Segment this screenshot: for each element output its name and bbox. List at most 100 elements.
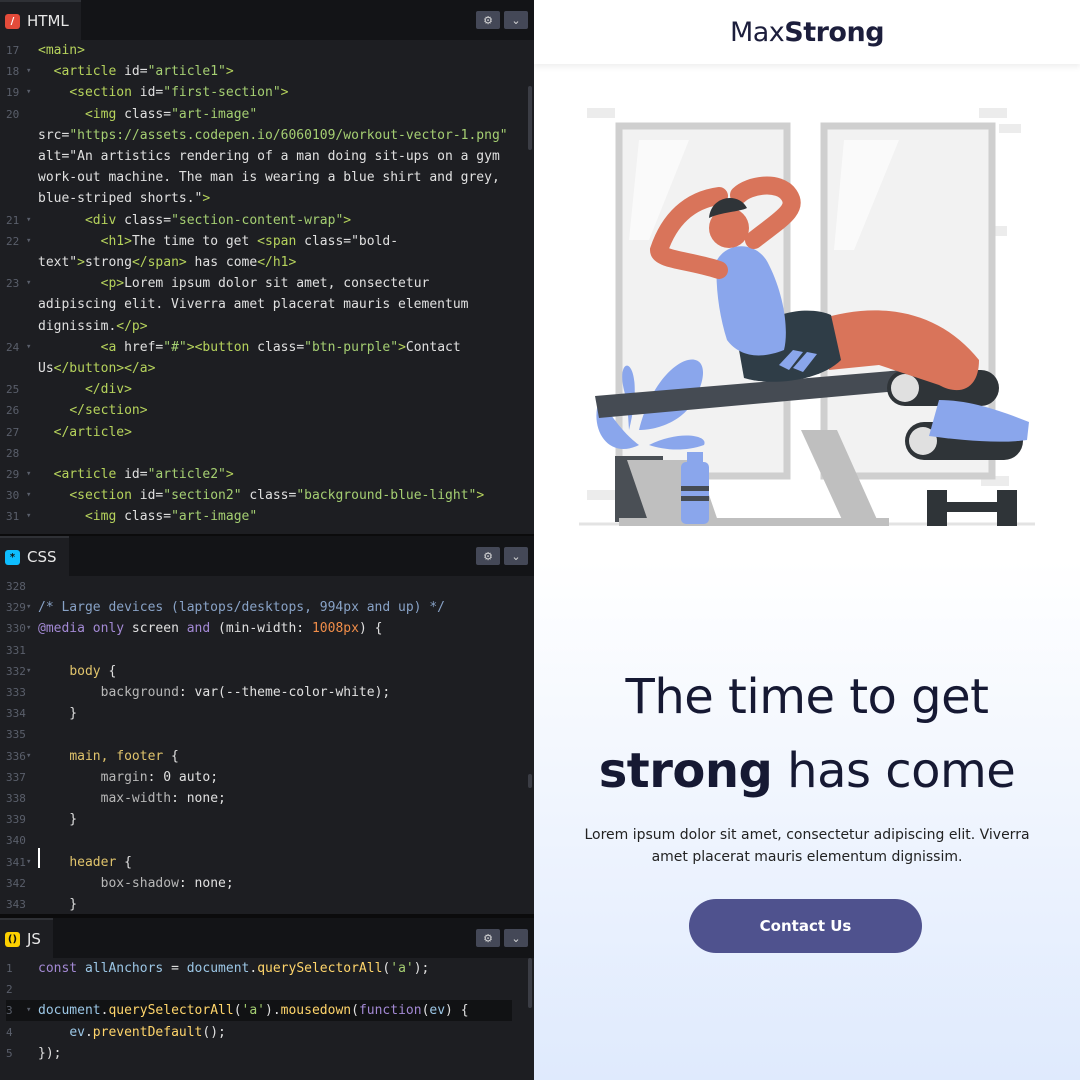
code-text: const allAnchors = document.querySelecto… xyxy=(38,961,430,976)
code-line[interactable]: 328 xyxy=(0,576,534,597)
fold-arrow-icon[interactable]: ▾ xyxy=(26,852,38,873)
js-code-area[interactable]: 1 const allAnchors = document.querySelect… xyxy=(0,958,534,1064)
code-line[interactable]: dignissim.</p> xyxy=(0,316,534,337)
code-line[interactable]: 28 xyxy=(0,443,534,464)
code-line[interactable]: 332 ▾ body { xyxy=(0,661,534,682)
code-line[interactable]: 1 const allAnchors = document.querySelect… xyxy=(0,958,534,979)
html-scrollbar[interactable] xyxy=(528,86,532,150)
code-line[interactable]: 331 xyxy=(0,640,534,661)
code-text: <main> xyxy=(38,43,85,58)
code-line[interactable]: 341 ▾ header { xyxy=(0,852,534,873)
code-line[interactable]: 31 ▾ <img class="art-image" xyxy=(0,506,534,527)
fold-arrow-icon[interactable]: ▾ xyxy=(26,746,38,767)
site-preview: MaxStrong The time to get strong has com… xyxy=(534,0,1080,1080)
css-panel-title[interactable]: * CSS xyxy=(0,536,69,576)
html-panel-label: HTML xyxy=(27,12,69,30)
code-line[interactable]: 343 } xyxy=(0,894,534,914)
brand-name-bold: Strong xyxy=(784,16,885,48)
water-bottle xyxy=(681,462,709,524)
code-line[interactable]: 342 box-shadow: none; xyxy=(0,873,534,894)
code-editor: / HTML ⚙ ⌄ 17 <main> 18 ▾ <article id="arti… xyxy=(0,0,534,1080)
contact-us-button[interactable]: Contact Us xyxy=(689,899,922,953)
code-line[interactable]: 3 ▾ document.querySelectorAll('a').mousedo… xyxy=(0,1000,534,1021)
fold-arrow-icon[interactable]: ▾ xyxy=(26,464,38,485)
code-line[interactable]: 5}); xyxy=(0,1043,534,1064)
html-code-area[interactable]: 17 <main> 18 ▾ <article id="article1"> 19 ▾ <… xyxy=(0,40,534,528)
line-number: 29 xyxy=(6,468,20,482)
site-header: MaxStrong xyxy=(534,0,1080,64)
wall-brick xyxy=(979,108,1007,118)
code-line[interactable]: 22 ▾ <h1>The time to get <span class="bol… xyxy=(0,231,534,252)
code-line[interactable]: text">strong</span> has come</h1> xyxy=(0,252,534,273)
code-line[interactable]: 4 ev.preventDefault(); xyxy=(0,1022,534,1043)
line-number: 331 xyxy=(6,643,26,657)
code-line[interactable]: 29 ▾ <article id="article2"> xyxy=(0,464,534,485)
fold-arrow-icon[interactable]: ▾ xyxy=(26,597,38,618)
code-line[interactable]: 336 ▾ main, footer { xyxy=(0,746,534,767)
fold-arrow-icon[interactable]: ▾ xyxy=(26,485,38,506)
code-line[interactable]: 25 </div> xyxy=(0,379,534,400)
code-line[interactable]: 26 </section> xyxy=(0,400,534,421)
code-line[interactable]: blue-striped shorts."> xyxy=(0,188,534,209)
code-line[interactable]: Us</button></a> xyxy=(0,358,534,379)
fold-arrow-icon[interactable]: ▾ xyxy=(26,618,38,639)
code-line[interactable]: 334 } xyxy=(0,703,534,724)
js-scrollbar[interactable] xyxy=(528,958,532,1008)
fold-arrow-icon[interactable]: ▾ xyxy=(26,661,38,682)
fold-arrow-icon[interactable]: ▾ xyxy=(26,61,38,82)
fold-arrow-icon[interactable]: ▾ xyxy=(26,337,38,358)
settings-gear-icon[interactable]: ⚙ xyxy=(476,929,500,947)
css-code-area[interactable]: 328 329 ▾/* Large devices (laptops/desktop… xyxy=(0,576,534,914)
line-number: 2 xyxy=(6,983,13,997)
code-line[interactable]: 340 xyxy=(0,830,534,851)
settings-gear-icon[interactable]: ⚙ xyxy=(476,11,500,29)
code-line[interactable]: 338 max-width: none; xyxy=(0,788,534,809)
chevron-down-icon[interactable]: ⌄ xyxy=(504,929,528,947)
fold-gutter xyxy=(26,379,38,400)
code-text: <article id="article1"> xyxy=(53,64,234,80)
chevron-down-icon[interactable]: ⌄ xyxy=(504,11,528,29)
code-line[interactable]: 20 <img class="art-image" xyxy=(0,104,534,125)
line-number: 343 xyxy=(6,898,26,912)
code-line[interactable]: work-out machine. The man is wearing a b… xyxy=(0,167,534,188)
code-line[interactable]: 17 <main> xyxy=(0,40,534,61)
dumbbell-bar xyxy=(945,502,999,512)
code-line[interactable]: 329 ▾/* Large devices (laptops/desktops, … xyxy=(0,597,534,618)
fold-arrow-icon[interactable]: ▾ xyxy=(26,231,38,252)
settings-gear-icon[interactable]: ⚙ xyxy=(476,547,500,565)
code-line[interactable]: 24 ▾ <a href="#"><button class="btn-purpl… xyxy=(0,337,534,358)
code-line[interactable]: 27 </article> xyxy=(0,422,534,443)
code-line[interactable]: 333 background: var(--theme-color-white)… xyxy=(0,682,534,703)
code-text: document.querySelectorAll('a').mousedown… xyxy=(38,1003,469,1019)
code-text: adipiscing elit. Viverra amet placerat m… xyxy=(38,297,469,313)
fold-arrow-icon[interactable]: ▾ xyxy=(26,1000,38,1021)
code-line[interactable]: 21 ▾ <div class="section-content-wrap"> xyxy=(0,210,534,231)
code-line[interactable]: adipiscing elit. Viverra amet placerat m… xyxy=(0,294,534,315)
code-line[interactable]: 339 } xyxy=(0,809,534,830)
css-scrollbar[interactable] xyxy=(528,774,532,788)
code-line[interactable]: 23 ▾ <p>Lorem ipsum dolor sit amet, conse… xyxy=(0,273,534,294)
code-line[interactable]: 30 ▾ <section id="section2" class="backgr… xyxy=(0,485,534,506)
fold-arrow-icon[interactable]: ▾ xyxy=(26,273,38,294)
fold-arrow-icon[interactable]: ▾ xyxy=(26,82,38,103)
fold-arrow-icon[interactable]: ▾ xyxy=(26,210,38,231)
code-line[interactable]: 18 ▾ <article id="article1"> xyxy=(0,61,534,82)
code-line[interactable]: 19 ▾ <section id="first-section"> xyxy=(0,82,534,103)
chevron-down-icon[interactable]: ⌄ xyxy=(504,547,528,565)
panel-header-strip xyxy=(80,0,534,40)
code-line[interactable]: 330 ▾ @media only screen and (min-width: 1… xyxy=(0,618,534,639)
brand-logo[interactable]: MaxStrong xyxy=(730,16,885,48)
code-line[interactable]: 337 margin: 0 auto; xyxy=(0,767,534,788)
code-line[interactable]: 2 xyxy=(0,979,534,1000)
bench-base xyxy=(619,518,889,526)
code-line[interactable]: alt="An artistics rendering of a man doi… xyxy=(0,146,534,167)
js-panel-header: () JS ⚙ ⌄ xyxy=(0,918,534,958)
code-text: } xyxy=(38,812,78,828)
html-panel-title[interactable]: / HTML xyxy=(0,0,81,40)
fold-arrow-icon[interactable]: ▾ xyxy=(26,506,38,527)
code-line[interactable]: src="https://assets.codepen.io/6060109/w… xyxy=(0,125,534,146)
js-panel-title[interactable]: () JS xyxy=(0,918,53,958)
code-text: <img class="art-image" xyxy=(84,509,258,525)
code-text: <p>Lorem ipsum dolor sit amet, consectet… xyxy=(100,276,430,292)
code-line[interactable]: 335 xyxy=(0,724,534,745)
